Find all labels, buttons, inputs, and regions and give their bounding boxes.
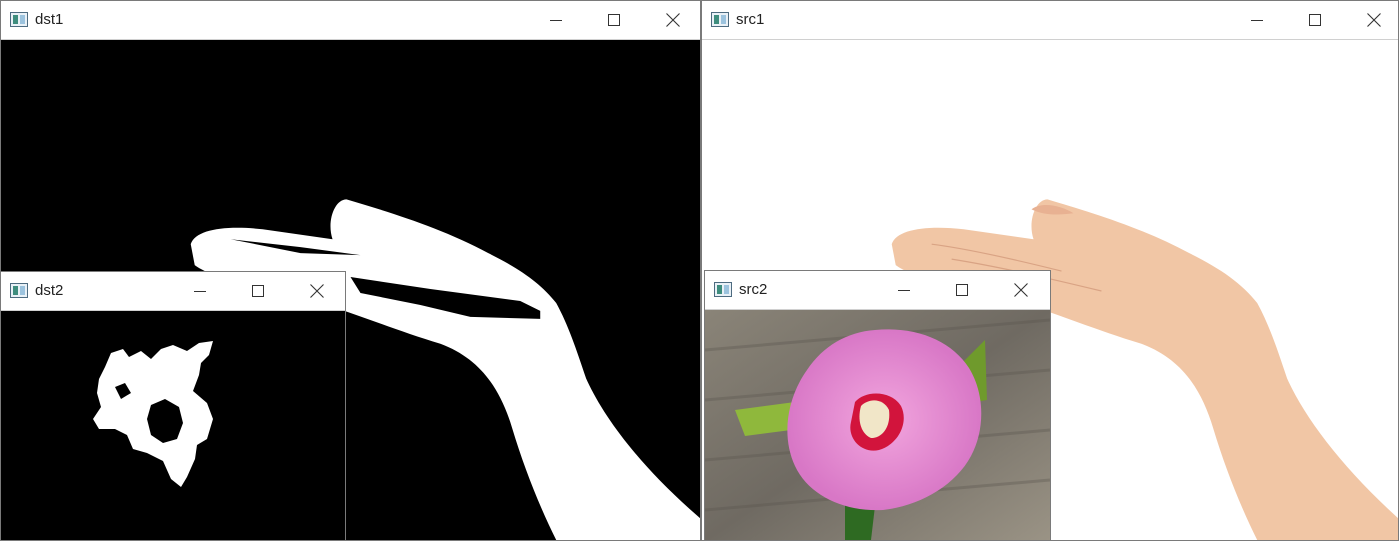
opencv-window-icon xyxy=(711,12,729,27)
close-button[interactable] xyxy=(1351,1,1397,39)
close-button[interactable] xyxy=(650,1,696,39)
minimize-button[interactable] xyxy=(881,271,927,309)
minimize-icon xyxy=(550,20,562,21)
src2-titlebar[interactable]: src2 xyxy=(705,271,1050,310)
minimize-icon xyxy=(898,290,910,291)
maximize-button[interactable] xyxy=(939,271,985,309)
window-title: dst1 xyxy=(35,11,64,28)
close-button[interactable] xyxy=(998,271,1044,309)
close-icon xyxy=(310,284,324,298)
close-icon xyxy=(1014,283,1028,297)
window-title: src2 xyxy=(739,281,768,298)
src1-titlebar[interactable]: src1 xyxy=(702,1,1398,40)
src2-window[interactable]: src2 xyxy=(704,270,1051,541)
dst2-image xyxy=(1,311,345,540)
close-icon xyxy=(1367,13,1381,27)
maximize-button[interactable] xyxy=(235,272,281,310)
close-button[interactable] xyxy=(294,272,340,310)
minimize-icon xyxy=(1251,20,1263,21)
maximize-icon xyxy=(252,285,264,297)
maximize-icon xyxy=(608,14,620,26)
flower-photo xyxy=(705,310,1050,540)
maximize-button[interactable] xyxy=(591,1,637,39)
maximize-button[interactable] xyxy=(1292,1,1338,39)
minimize-button[interactable] xyxy=(533,1,579,39)
dst2-window[interactable]: dst2 xyxy=(0,271,346,541)
opencv-window-icon xyxy=(10,12,28,27)
minimize-icon xyxy=(194,291,206,292)
window-title: dst2 xyxy=(35,282,64,299)
minimize-button[interactable] xyxy=(177,272,223,310)
window-title: src1 xyxy=(736,11,765,28)
maximize-icon xyxy=(1309,14,1321,26)
dst1-titlebar[interactable]: dst1 xyxy=(1,1,700,40)
minimize-button[interactable] xyxy=(1234,1,1280,39)
close-icon xyxy=(666,13,680,27)
flower-mask-image xyxy=(1,311,345,540)
maximize-icon xyxy=(956,284,968,296)
dst2-titlebar[interactable]: dst2 xyxy=(1,272,345,311)
src2-image xyxy=(705,310,1050,540)
opencv-window-icon xyxy=(10,283,28,298)
opencv-window-icon xyxy=(714,282,732,297)
